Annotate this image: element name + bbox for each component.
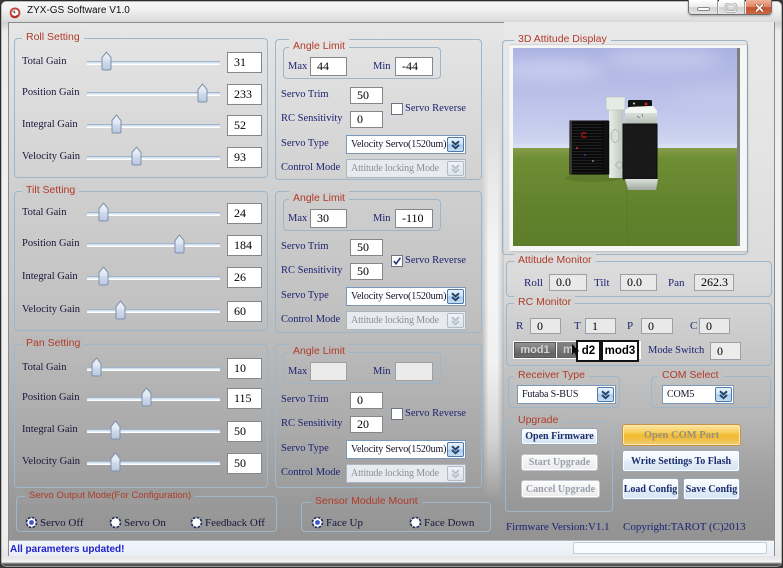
svg-text:C: C — [581, 131, 587, 140]
